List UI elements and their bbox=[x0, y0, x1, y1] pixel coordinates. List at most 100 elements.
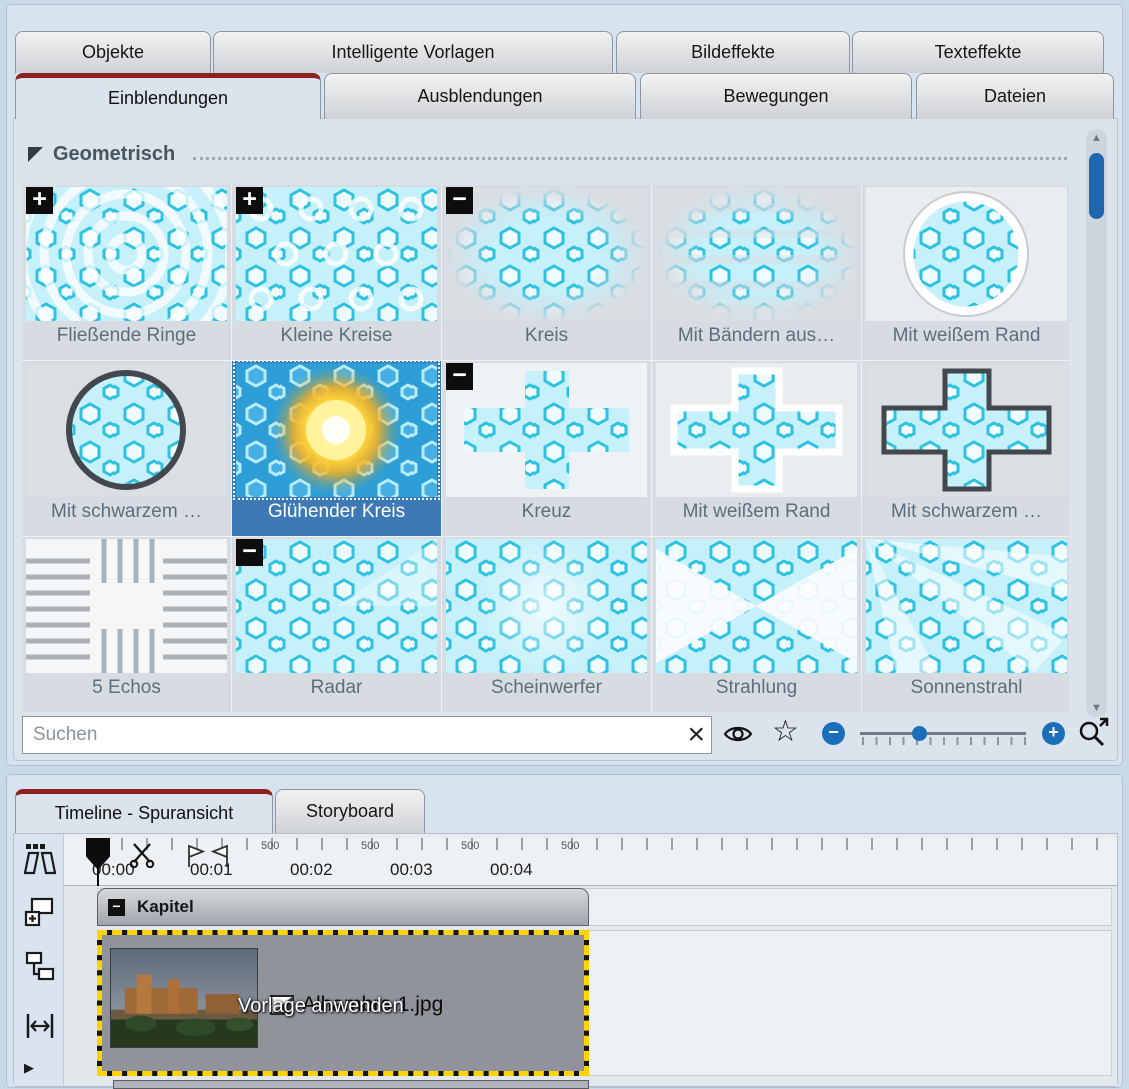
vertical-scrollbar[interactable]: ▲ ▼ bbox=[1086, 129, 1107, 717]
tab-label: Intelligente Vorlagen bbox=[331, 42, 494, 63]
search-box: × bbox=[22, 716, 712, 754]
tab-label: Timeline - Spuransicht bbox=[55, 803, 233, 824]
template-label: Glühender Kreis bbox=[268, 501, 405, 523]
expand-toolbar-icon[interactable]: ▶ bbox=[24, 1060, 34, 1076]
scroll-down-icon[interactable]: ▼ bbox=[1086, 702, 1107, 714]
favorites-star-icon[interactable]: ☆ bbox=[772, 714, 799, 749]
timeline-ruler[interactable]: 500 500 500 500 00:00 00:01 00:02 00:03 … bbox=[64, 838, 1117, 886]
template-item[interactable]: Strahlung bbox=[652, 537, 861, 712]
search-input[interactable] bbox=[23, 717, 711, 753]
selected-clip[interactable]: Alhambra 1.jpg Vorlage anwenden bbox=[97, 930, 589, 1076]
template-item[interactable]: Mit weißem Rand bbox=[652, 361, 861, 536]
template-thumbnail[interactable] bbox=[26, 363, 227, 497]
tab-label: Bewegungen bbox=[723, 86, 828, 107]
preview-eye-icon[interactable] bbox=[722, 722, 754, 751]
split-object-icon[interactable] bbox=[24, 842, 56, 881]
template-thumbnail[interactable] bbox=[656, 539, 857, 673]
thumbnail-size-slider[interactable] bbox=[860, 728, 1026, 748]
tab-bewegungen[interactable]: Bewegungen bbox=[640, 73, 912, 119]
tab-timeline-spuransicht[interactable]: Timeline - Spuransicht bbox=[15, 789, 273, 833]
collapse-badge[interactable]: + bbox=[26, 187, 53, 214]
chapter-collapse-icon[interactable]: − bbox=[108, 899, 125, 916]
scroll-up-icon[interactable]: ▲ bbox=[1086, 132, 1107, 144]
template-label: Radar bbox=[311, 677, 363, 699]
tab-bildeffekte[interactable]: Bildeffekte bbox=[616, 31, 850, 73]
tab-einblendungen[interactable]: Einblendungen bbox=[15, 73, 321, 119]
template-label: Mit schwarzem … bbox=[891, 501, 1042, 523]
zoom-out-button[interactable]: − bbox=[822, 722, 845, 745]
template-thumbnail[interactable] bbox=[656, 187, 857, 321]
template-label: 5 Echos bbox=[92, 677, 161, 699]
track-area[interactable]: − Kapitel bbox=[64, 886, 1117, 1086]
template-thumbnail[interactable] bbox=[236, 363, 437, 497]
group-objects-icon[interactable] bbox=[24, 950, 56, 987]
template-item[interactable]: + Fließende Ringe bbox=[22, 185, 231, 360]
insert-object-icon[interactable] bbox=[24, 896, 56, 933]
template-label: Mit Bändern aus… bbox=[678, 325, 835, 347]
template-thumbnail[interactable]: − bbox=[236, 539, 437, 673]
template-item[interactable]: − Radar bbox=[232, 537, 441, 712]
template-thumbnail[interactable]: + bbox=[236, 187, 437, 321]
range-end-flag-icon[interactable] bbox=[210, 844, 230, 873]
template-item[interactable]: Sonnenstrahl bbox=[862, 537, 1069, 712]
template-item[interactable]: + Kleine Kreise bbox=[232, 185, 441, 360]
scissors-marker-icon[interactable] bbox=[130, 842, 156, 873]
template-label: Mit weißem Rand bbox=[683, 501, 831, 523]
template-item[interactable]: − Kreuz bbox=[442, 361, 651, 536]
tab-objekte[interactable]: Objekte bbox=[15, 31, 211, 73]
template-item[interactable]: Scheinwerfer bbox=[442, 537, 651, 712]
template-label: Kleine Kreise bbox=[281, 325, 393, 347]
slider-track[interactable] bbox=[860, 732, 1026, 735]
search-toolbar: × ☆ − + bbox=[14, 714, 1119, 758]
collapse-badge[interactable]: − bbox=[446, 363, 473, 390]
tab-intelligente-vorlagen[interactable]: Intelligente Vorlagen bbox=[213, 31, 613, 73]
white-edge-cross-preview-image bbox=[656, 363, 857, 497]
tab-storyboard[interactable]: Storyboard bbox=[275, 789, 425, 833]
tab-texteffekte[interactable]: Texteffekte bbox=[852, 31, 1104, 73]
template-item[interactable]: 5 Echos bbox=[22, 537, 231, 712]
zoom-fit-icon[interactable] bbox=[1076, 716, 1110, 753]
template-browser: Geometrisch + Fließende Ringe bbox=[13, 118, 1118, 761]
template-thumbnail[interactable] bbox=[446, 539, 647, 673]
template-item[interactable]: Mit Bändern aus… bbox=[652, 185, 861, 360]
template-thumbnail[interactable]: + bbox=[26, 187, 227, 321]
clear-search-icon[interactable]: × bbox=[687, 717, 705, 753]
collapse-badge[interactable]: − bbox=[446, 187, 473, 214]
optimize-view-icon[interactable] bbox=[24, 1010, 56, 1047]
collapse-triangle-icon[interactable] bbox=[28, 147, 43, 162]
circle-preview-image bbox=[446, 187, 647, 321]
zoom-in-button[interactable]: + bbox=[1042, 722, 1065, 745]
radiation-preview-image bbox=[656, 539, 857, 673]
section-header-geometrisch[interactable]: Geometrisch bbox=[28, 143, 1067, 166]
template-thumbnail[interactable]: − bbox=[446, 363, 647, 497]
template-label: Fließende Ringe bbox=[57, 325, 196, 347]
template-thumbnail[interactable] bbox=[866, 539, 1067, 673]
template-thumbnail[interactable] bbox=[866, 187, 1067, 321]
spotlight-preview-image bbox=[446, 539, 647, 673]
tab-ausblendungen[interactable]: Ausblendungen bbox=[324, 73, 636, 119]
chapter-block[interactable]: − Kapitel bbox=[97, 888, 589, 926]
template-thumbnail[interactable] bbox=[656, 363, 857, 497]
slider-thumb[interactable] bbox=[912, 726, 927, 741]
ruler-minor-label: 500 bbox=[561, 840, 579, 852]
template-thumbnail[interactable] bbox=[26, 539, 227, 673]
chapter-label: Kapitel bbox=[137, 897, 194, 917]
collapse-badge[interactable]: + bbox=[236, 187, 263, 214]
template-item[interactable]: Mit schwarzem … bbox=[22, 361, 231, 536]
template-label: Kreis bbox=[525, 325, 568, 347]
scrollbar-thumb[interactable] bbox=[1089, 153, 1104, 219]
template-thumbnail[interactable] bbox=[866, 363, 1067, 497]
range-start-flag-icon[interactable] bbox=[186, 844, 206, 873]
small-circles-preview-image bbox=[236, 187, 437, 321]
tab-label: Objekte bbox=[82, 42, 144, 63]
template-item[interactable]: Mit weißem Rand bbox=[862, 185, 1069, 360]
template-item[interactable]: Mit schwarzem … bbox=[862, 361, 1069, 536]
slider-ticks bbox=[862, 737, 1028, 745]
rings-preview-image bbox=[26, 187, 227, 321]
template-thumbnail[interactable]: − bbox=[446, 187, 647, 321]
tab-dateien[interactable]: Dateien bbox=[916, 73, 1114, 119]
collapse-badge[interactable]: − bbox=[236, 539, 263, 566]
template-label: Strahlung bbox=[716, 677, 797, 699]
template-item-selected[interactable]: Glühender Kreis bbox=[232, 361, 441, 536]
template-item[interactable]: − Kreis bbox=[442, 185, 651, 360]
